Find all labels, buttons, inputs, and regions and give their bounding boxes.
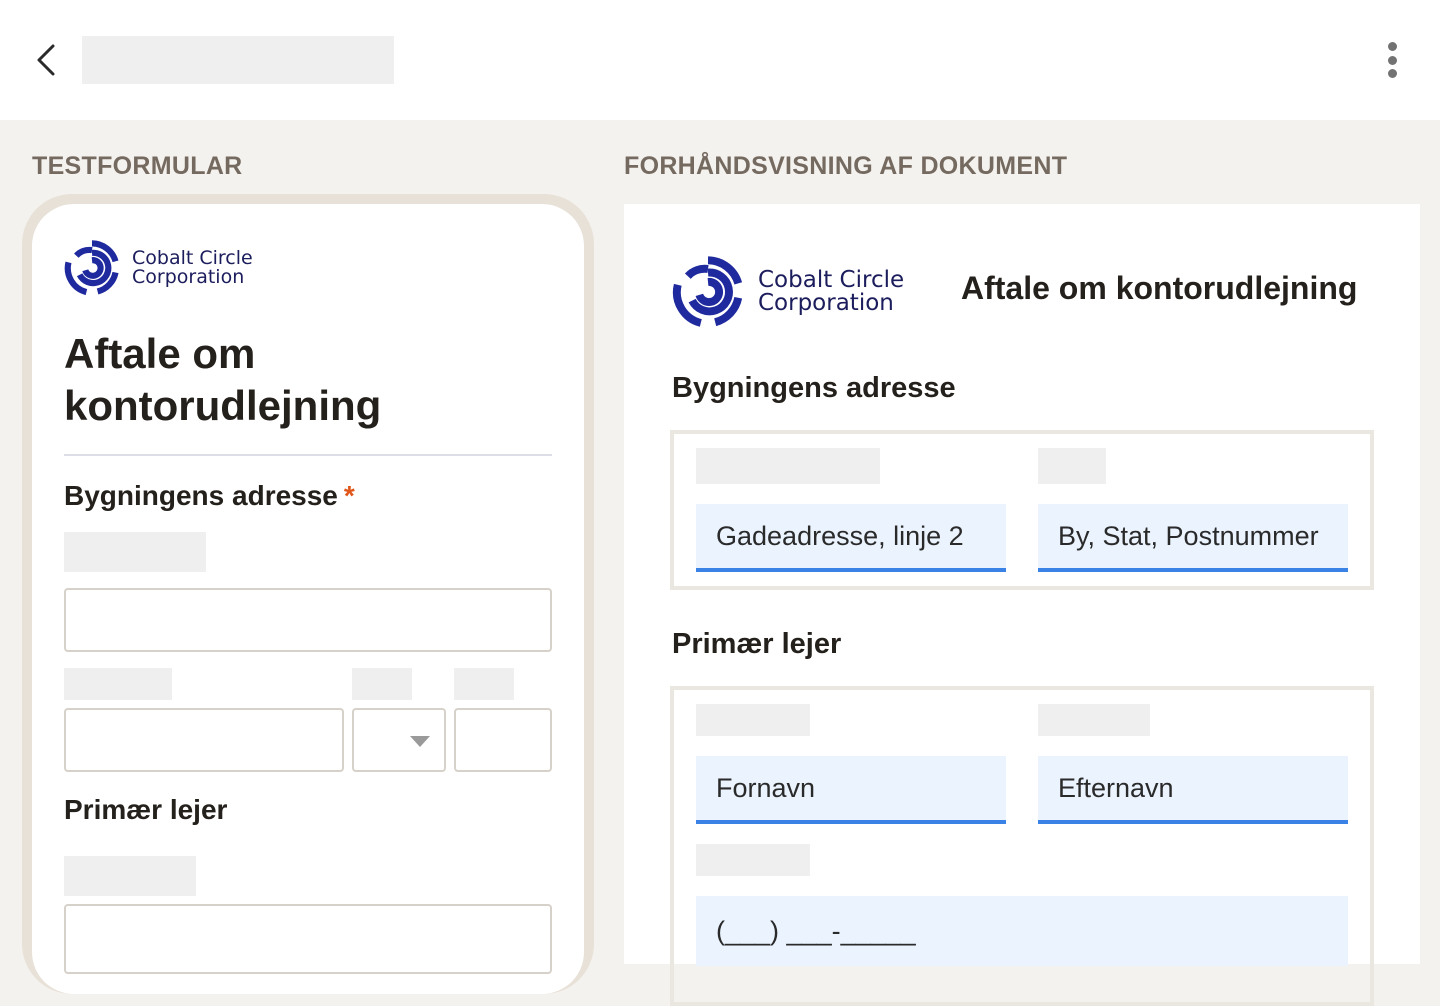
document-logo: Cobalt Circle Corporation: [672, 256, 904, 328]
zip-label-placeholder: [454, 668, 514, 700]
tenant-label-placeholder: [64, 856, 196, 896]
street-line2-field[interactable]: Gadeadresse, linje 2: [696, 504, 1006, 572]
state-label-placeholder: [352, 668, 412, 700]
divider: [64, 454, 552, 456]
logo-line1: Cobalt Circle: [758, 267, 905, 293]
top-bar: [0, 0, 1440, 120]
primary-tenant-box: Fornavn Efternavn (___) ___-_____: [670, 686, 1374, 1006]
chevron-down-icon: [410, 736, 430, 747]
more-dot: [1387, 55, 1397, 65]
preview-section-label: FORHÅNDSVISNING AF DOKUMENT: [624, 152, 1068, 180]
street-address-input[interactable]: [64, 588, 552, 652]
document-title: Aftale om kontorudlejning: [961, 270, 1358, 306]
doc-building-address-heading: Bygningens adresse: [672, 372, 956, 404]
state-select[interactable]: [352, 708, 446, 772]
more-dot: [1387, 69, 1397, 78]
first-name-field[interactable]: Fornavn: [696, 756, 1006, 824]
phone-field[interactable]: (___) ___-_____: [696, 896, 1348, 966]
field-label-placeholder: [64, 532, 206, 572]
form-title: Aftale om kontorudlejning: [64, 330, 382, 429]
cobalt-circle-logo-icon: [64, 240, 119, 296]
more-options-button[interactable]: [1372, 38, 1412, 82]
form-section-label: TESTFORMULAR: [32, 152, 243, 180]
field-label-placeholder: [1038, 448, 1106, 484]
required-mark: *: [343, 480, 355, 511]
cobalt-circle-logo-icon: [672, 256, 743, 327]
field-label-placeholder: [696, 844, 810, 876]
tenant-name-input[interactable]: [64, 904, 552, 974]
test-form: Cobalt Circle Corporation Aftale om kont…: [32, 204, 584, 994]
field-label-placeholder: [1038, 704, 1150, 736]
company-logo: Cobalt Circle Corporation: [64, 240, 253, 296]
city-input[interactable]: [64, 708, 344, 772]
zip-input[interactable]: [454, 708, 552, 772]
back-button[interactable]: [26, 40, 66, 80]
building-address-box: Gadeadresse, linje 2 By, Stat, Postnumme…: [670, 430, 1374, 590]
chevron-left-icon: [37, 44, 55, 76]
document-preview: Cobalt Circle Corporation Aftale om kont…: [624, 204, 1420, 1006]
page-title-placeholder: [82, 36, 394, 84]
building-address-label: Bygningens adresse: [64, 480, 338, 511]
last-name-field[interactable]: Efternavn: [1038, 756, 1348, 824]
logo-line2: Corporation: [758, 290, 894, 316]
field-label-placeholder: [696, 704, 810, 736]
doc-primary-tenant-heading: Primær lejer: [672, 628, 842, 660]
logo-line2: Corporation: [132, 266, 245, 288]
field-label-placeholder: [696, 448, 880, 484]
city-state-zip-field[interactable]: By, Stat, Postnummer: [1038, 504, 1348, 572]
more-vertical-icon: [1387, 42, 1397, 51]
primary-tenant-heading: Primær lejer: [64, 794, 228, 825]
building-address-heading: Bygningens adresse *: [64, 480, 355, 512]
city-label-placeholder: [64, 668, 172, 700]
